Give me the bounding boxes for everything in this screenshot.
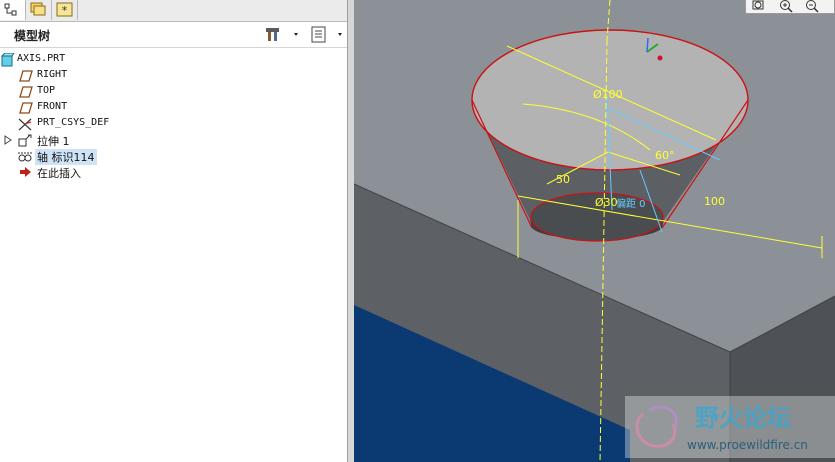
tree-item-axis-prt[interactable]: AXIS.PRT bbox=[0, 52, 346, 68]
zoom-in-button[interactable] bbox=[776, 0, 796, 13]
dim-bottom-diameter: Ø30 bbox=[595, 196, 618, 209]
view-toolbar bbox=[745, 0, 835, 14]
dim-offset-label: 偏距 0 bbox=[616, 197, 646, 210]
header-divider bbox=[0, 47, 349, 48]
datum-plane-icon bbox=[19, 86, 33, 98]
dim-depth: 50 bbox=[556, 173, 570, 186]
tree-item-front[interactable]: FRONT bbox=[0, 100, 346, 116]
tools-icon bbox=[266, 28, 298, 41]
datum-axis-icon bbox=[18, 152, 32, 162]
zoom-window-button[interactable] bbox=[750, 0, 770, 12]
zoom-window-icon bbox=[752, 0, 764, 10]
model-tree-panel: * 模型树 AXIS.PRT RIGHT TOP FRONT PRT_CSYS_… bbox=[0, 0, 354, 462]
favorites-tab[interactable]: * bbox=[52, 0, 78, 20]
svg-text:*: * bbox=[62, 4, 68, 17]
datum-plane-icon bbox=[19, 102, 33, 114]
insert-here-arrow-icon bbox=[20, 167, 31, 177]
star-folder-icon: * bbox=[56, 2, 73, 17]
datum-plane-icon bbox=[19, 70, 33, 82]
watermark-title: 野火论坛 bbox=[695, 404, 791, 432]
extrude-icon bbox=[18, 134, 32, 147]
tree-item-csys[interactable]: PRT_CSYS_DEF bbox=[0, 116, 346, 132]
model-tree-tab[interactable] bbox=[0, 0, 26, 20]
watermark-logo: 野火论坛 www.proewildfire.cn bbox=[625, 396, 835, 458]
zoom-out-button[interactable] bbox=[802, 0, 822, 13]
dim-block-length: 100 bbox=[704, 195, 725, 208]
model-scene: Ø100 60° 50 Ø30 偏距 0 100 bbox=[354, 0, 835, 462]
chevron-down-icon bbox=[294, 33, 298, 36]
watermark-url: www.proewildfire.cn bbox=[687, 438, 808, 452]
part-icon bbox=[1, 53, 15, 67]
tree-item-insert-here[interactable]: 在此插入 bbox=[0, 164, 346, 180]
tree-icon bbox=[4, 3, 17, 16]
tree-item-right[interactable]: RIGHT bbox=[0, 68, 346, 84]
zoom-out-icon bbox=[806, 0, 819, 13]
tree-show-button[interactable] bbox=[310, 26, 346, 44]
coordinate-system-icon bbox=[18, 118, 32, 131]
tree-item-axis-114[interactable]: 轴 标识114 bbox=[0, 148, 346, 165]
folder-browser-tab[interactable] bbox=[26, 0, 52, 20]
tree-item-extrude[interactable]: 拉伸 1 bbox=[0, 132, 346, 148]
folders-icon bbox=[30, 2, 46, 16]
tree-item-top[interactable]: TOP bbox=[0, 84, 346, 100]
forum-watermark: 野火论坛 www.proewildfire.cn bbox=[625, 396, 835, 458]
navigator-tab-bar: * bbox=[0, 0, 354, 22]
list-icon bbox=[311, 26, 342, 43]
graphics-viewport[interactable]: Ø100 60° 50 Ø30 偏距 0 100 bbox=[354, 0, 835, 462]
dim-top-diameter: Ø100 bbox=[593, 88, 623, 101]
chevron-down-icon bbox=[338, 33, 342, 36]
tree-settings-button[interactable] bbox=[266, 26, 302, 44]
expand-arrow-icon[interactable] bbox=[4, 135, 12, 145]
tree-title: 模型树 bbox=[14, 29, 51, 43]
dim-angle: 60° bbox=[655, 149, 675, 162]
zoom-in-icon bbox=[780, 0, 793, 13]
